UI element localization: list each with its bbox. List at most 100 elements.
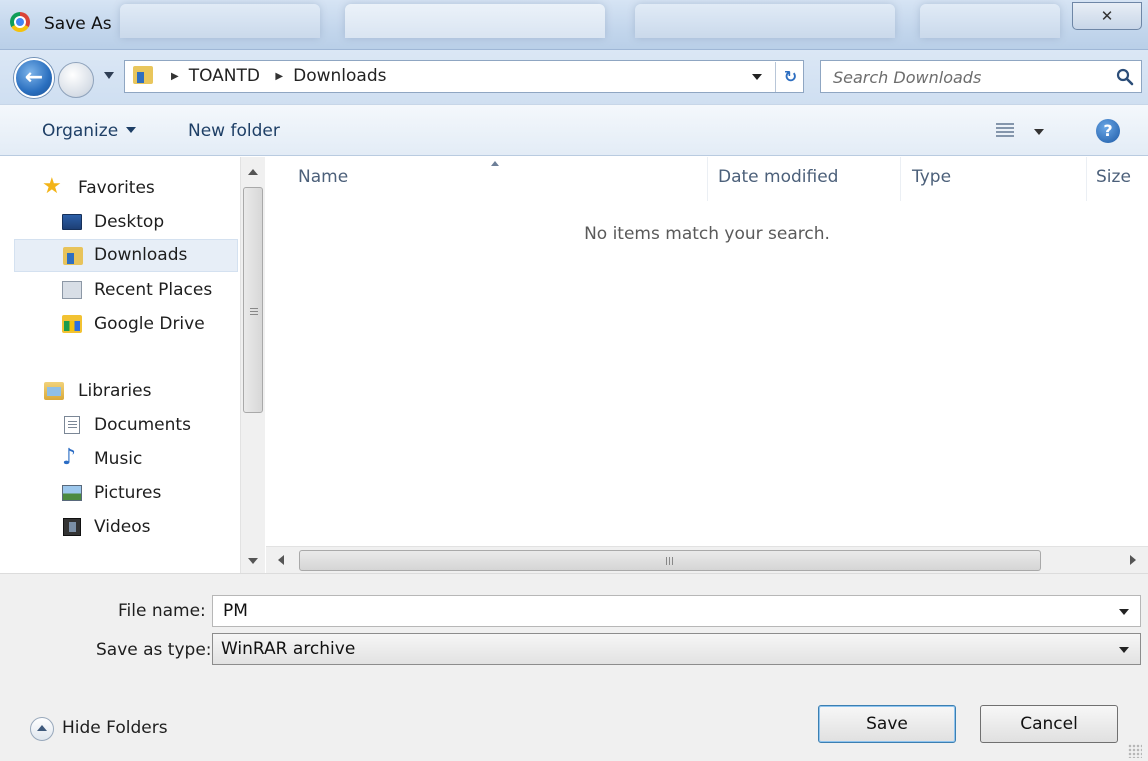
cancel-button[interactable]: Cancel (980, 705, 1118, 743)
chevron-down-icon[interactable] (1119, 609, 1129, 615)
back-button[interactable]: ← (14, 58, 54, 98)
column-header-date-modified[interactable]: Date modified (718, 167, 838, 187)
search-icon[interactable] (1115, 67, 1135, 87)
scroll-down-icon[interactable] (248, 558, 258, 564)
navigation-pane: ★ Favorites Desktop Downloads Recent Pla… (0, 157, 240, 573)
title-bar: Save As ✕ (0, 0, 1148, 50)
resize-grip-icon[interactable] (1128, 744, 1142, 758)
nav-item-downloads[interactable]: Downloads (14, 239, 238, 272)
nav-item-desktop[interactable]: Desktop (0, 206, 238, 239)
documents-icon (64, 416, 80, 434)
organize-label: Organize (42, 121, 119, 141)
file-name-label: File name: (118, 601, 206, 621)
file-name-field[interactable] (221, 599, 1081, 623)
desktop-icon (62, 214, 82, 230)
nav-item-pictures[interactable]: Pictures (0, 477, 238, 510)
downloads-icon (63, 247, 83, 265)
change-view-button[interactable] (996, 123, 1048, 145)
refresh-icon: ↻ (783, 67, 798, 86)
column-header-name[interactable]: Name (298, 167, 348, 187)
column-header-type[interactable]: Type (912, 167, 951, 187)
favorites-star-icon: ★ (42, 174, 62, 199)
pictures-icon (62, 485, 82, 501)
breadcrumb-toantd[interactable]: TOANTD (189, 66, 260, 86)
file-name-combobox[interactable] (212, 595, 1141, 627)
new-folder-button[interactable]: New folder (188, 121, 280, 141)
column-divider[interactable] (1086, 157, 1087, 201)
scroll-thumb[interactable] (299, 550, 1041, 571)
nav-label: Favorites (78, 178, 155, 198)
nav-item-documents[interactable]: Documents (0, 409, 238, 442)
scroll-left-icon[interactable] (278, 555, 284, 565)
recent-places-icon (62, 281, 82, 299)
save-options-panel: File name: Save as type: WinRAR archive … (0, 573, 1148, 761)
chevron-down-icon (126, 127, 137, 133)
nav-label: Desktop (94, 212, 165, 232)
breadcrumb-downloads[interactable]: Downloads (293, 66, 386, 86)
nav-label: Videos (94, 517, 151, 537)
organize-button[interactable]: Organize (42, 121, 137, 141)
horizontal-scrollbar[interactable] (266, 546, 1148, 573)
nav-label: Pictures (94, 483, 162, 503)
address-bar[interactable]: ▶ TOANTD ▶ Downloads (124, 60, 804, 93)
browser-tab (920, 4, 1060, 38)
save-button[interactable]: Save (818, 705, 956, 743)
command-bar: Organize New folder ? (0, 104, 1148, 156)
chevron-right-icon[interactable]: ▶ (275, 71, 283, 82)
google-drive-icon (62, 315, 82, 333)
window-title: Save As (44, 14, 112, 34)
background-browser-tabs (120, 4, 1060, 38)
nav-label: Google Drive (94, 314, 205, 334)
libraries-icon (44, 382, 64, 400)
navigation-scrollbar[interactable] (240, 157, 265, 573)
address-dropdown-icon[interactable] (752, 74, 762, 80)
column-header-size[interactable]: Size (1096, 167, 1131, 187)
browser-tab (120, 4, 320, 38)
nav-label: Libraries (78, 381, 152, 401)
search-box[interactable] (820, 60, 1142, 93)
save-as-type-label: Save as type: (96, 640, 212, 660)
close-icon: ✕ (1100, 7, 1114, 25)
scroll-up-icon[interactable] (248, 169, 258, 175)
browser-tab (635, 4, 895, 38)
sort-ascending-icon (491, 161, 499, 166)
close-button[interactable]: ✕ (1072, 2, 1142, 30)
chevron-right-icon[interactable]: ▶ (171, 71, 179, 82)
nav-libraries[interactable]: Libraries (0, 375, 238, 408)
browser-tab (345, 4, 605, 38)
nav-item-music[interactable]: ♪ Music (0, 443, 238, 476)
videos-icon (63, 518, 81, 536)
nav-favorites[interactable]: ★ Favorites (0, 172, 238, 205)
empty-message: No items match your search. (584, 224, 830, 244)
nav-item-recent-places[interactable]: Recent Places (0, 274, 238, 307)
save-as-type-select[interactable]: WinRAR archive (212, 633, 1141, 665)
chevron-up-icon (30, 717, 54, 741)
chevron-down-icon (1034, 129, 1044, 135)
breadcrumb: ▶ TOANTD ▶ Downloads (171, 66, 386, 86)
address-row: ← ▶ TOANTD ▶ Downloads ↻ (0, 50, 1148, 104)
chevron-down-icon (1119, 647, 1129, 653)
nav-label: Recent Places (94, 280, 213, 300)
refresh-button[interactable]: ↻ (775, 62, 805, 92)
grip-icon (250, 308, 258, 316)
scroll-right-icon[interactable] (1130, 555, 1136, 565)
column-divider[interactable] (707, 157, 708, 201)
search-input[interactable] (831, 65, 1101, 89)
column-divider[interactable] (900, 157, 901, 201)
help-icon[interactable]: ? (1096, 119, 1120, 143)
save-as-type-value: WinRAR archive (221, 639, 356, 659)
chrome-icon (10, 12, 30, 32)
view-list-icon (996, 123, 1014, 139)
nav-item-google-drive[interactable]: Google Drive (0, 308, 238, 341)
scroll-thumb[interactable] (243, 187, 263, 413)
nav-label: Music (94, 449, 143, 469)
hide-folders-label: Hide Folders (62, 718, 168, 738)
nav-item-videos[interactable]: Videos (0, 511, 238, 544)
downloads-folder-icon (133, 66, 153, 84)
file-list: Name Date modified Type Size No items ma… (266, 157, 1148, 545)
forward-button[interactable] (58, 62, 94, 98)
grip-icon (666, 557, 674, 565)
nav-label: Documents (94, 415, 191, 435)
recent-locations-dropdown-icon[interactable] (104, 72, 114, 79)
nav-label: Downloads (94, 245, 188, 265)
